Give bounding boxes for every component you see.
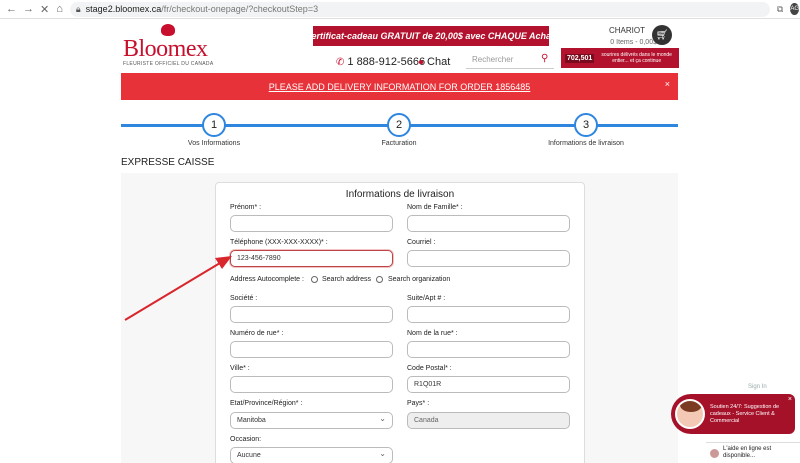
smiles-count: 702,501 — [565, 53, 595, 63]
first-name-field[interactable] — [230, 215, 393, 232]
search-organization-radio[interactable] — [376, 276, 383, 283]
support-chat-widget[interactable]: Soutien 24/7: Suggestion de cadeaux - Se… — [671, 394, 795, 434]
email-field[interactable] — [407, 250, 570, 267]
stop-icon[interactable]: ✕ — [40, 3, 49, 16]
step-2-circle: 2 — [387, 113, 411, 137]
chat-bubble-icon: ● — [418, 56, 425, 68]
alert-message[interactable]: PLEASE ADD DELIVERY INFORMATION FOR ORDE… — [269, 82, 531, 92]
search-organization-label[interactable]: Search organization — [388, 276, 450, 283]
url-host: stage2.bloomex.ca — [85, 4, 162, 14]
address-bar[interactable]: 🔒︎ stage2.bloomex.ca/fr/checkout-onepage… — [69, 1, 770, 17]
step-1-circle: 1 — [202, 113, 226, 137]
search-address-radio[interactable] — [311, 276, 318, 283]
delivery-alert[interactable]: PLEASE ADD DELIVERY INFORMATION FOR ORDE… — [121, 73, 678, 100]
occasion-label: Occasion: — [230, 436, 262, 443]
step-1-label: Vos Informations — [187, 140, 241, 147]
search-address-label[interactable]: Search address — [322, 276, 371, 283]
first-name-label: Prénom* : — [230, 204, 262, 211]
site-logo[interactable]: Bloomex FLEURISTE OFFICIEL DU CANADA — [123, 24, 223, 67]
lock-icon: 🔒︎ — [75, 3, 81, 14]
email-label: Courriel : — [407, 239, 436, 246]
extensions-icon[interactable]: ⧉ — [777, 4, 783, 15]
phone-icon: ✆ — [336, 56, 345, 68]
smiles-text: sourires délivrés dans le monde entier..… — [601, 52, 672, 64]
last-name-label: Nom de Famille* : — [407, 204, 463, 211]
back-icon[interactable]: ← — [6, 3, 17, 15]
home-icon[interactable]: ⌂ — [56, 3, 63, 15]
profile-avatar[interactable]: AG — [790, 3, 799, 15]
cart-icon[interactable]: 🛒︎ — [652, 25, 672, 45]
arrow-head — [215, 256, 232, 269]
postal-code-field[interactable]: R1Q01R — [407, 376, 570, 393]
province-label: Etat/Province/Région* : — [230, 400, 303, 407]
country-field: Canada — [407, 412, 570, 429]
promo-banner[interactable]: Certificat-cadeau GRATUIT de 20,00$ avec… — [313, 26, 549, 46]
street-name-label: Nom de la rue* : — [407, 330, 458, 337]
delivery-form: Informations de livraison Prénom* : Nom … — [215, 182, 585, 463]
search-icon[interactable]: ⚲ — [541, 53, 548, 64]
support-text: Soutien 24/7: Suggestion de cadeaux - Se… — [710, 403, 780, 424]
street-number-field[interactable] — [230, 341, 393, 358]
chat-label: Chat — [427, 56, 451, 68]
company-field[interactable] — [230, 306, 393, 323]
city-field[interactable] — [230, 376, 393, 393]
close-icon[interactable]: × — [665, 79, 670, 89]
country-label: Pays* : — [407, 400, 430, 407]
browser-toolbar: ← → ✕ ⌂ 🔒︎ stage2.bloomex.ca/fr/checkout… — [0, 0, 800, 19]
url-path: /fr/checkout-onepage/?checkoutStep=3 — [161, 4, 319, 14]
logo-wordmark: Bloomex — [123, 36, 208, 62]
phone-field[interactable]: 123-456-7890 — [230, 250, 393, 267]
suite-field[interactable] — [407, 306, 570, 323]
autocomplete-label: Address Autocomplete : — [230, 276, 304, 283]
online-help-text: L'aide en ligne est disponible... — [723, 446, 772, 459]
province-select[interactable]: Manitoba — [230, 412, 393, 429]
online-help-bar[interactable]: L'aide en ligne est disponible... — [706, 442, 800, 463]
rose-icon — [161, 24, 175, 36]
annotation-arrow — [124, 256, 232, 321]
suite-label: Suite/Apt # : — [407, 295, 446, 302]
close-icon[interactable]: × — [788, 396, 792, 403]
agent-avatar — [675, 399, 705, 429]
street-number-label: Numéro de rue* : — [230, 330, 284, 337]
form-title: Informations de livraison — [345, 189, 455, 200]
street-name-field[interactable] — [407, 341, 570, 358]
logo-tagline: FLEURISTE OFFICIEL DU CANADA — [123, 61, 214, 67]
phone-label: Téléphone (XXX-XXX-XXXX)* : — [230, 239, 328, 246]
postal-code-label: Code Postal* : — [407, 365, 452, 372]
page-title: EXPRESSE CAISSE — [121, 157, 215, 168]
last-name-field[interactable] — [407, 215, 570, 232]
step-3-circle: 3 — [574, 113, 598, 137]
step-2-label: Facturation — [381, 140, 417, 147]
city-label: Ville* : — [230, 365, 250, 372]
step-3-label: Informations de livraison — [548, 140, 624, 147]
forward-icon[interactable]: → — [23, 3, 34, 15]
phone-number: 1 888-912-5666 — [347, 56, 426, 68]
phone-link[interactable]: ✆ 1 888-912-5666 — [336, 56, 425, 68]
chat-link[interactable]: ● Chat — [418, 56, 450, 68]
smiles-delivered-banner: 702,501 sourires délivrés dans le monde … — [561, 48, 679, 68]
occasion-select[interactable]: Aucune — [230, 447, 393, 463]
agent-mini-avatar — [710, 448, 719, 458]
sign-in-link[interactable]: Sign In — [748, 384, 767, 390]
arrow-shaft — [124, 262, 221, 321]
